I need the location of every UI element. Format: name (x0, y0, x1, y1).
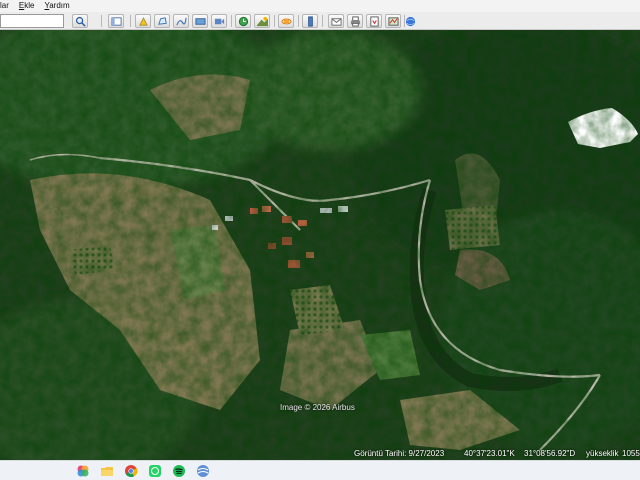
elevation-value: 1055 (622, 449, 640, 458)
toolbar-separator (322, 15, 323, 27)
overlay-icon (194, 17, 206, 25)
latitude-readout: 40°37'23.01"K (464, 449, 515, 458)
toolbar-separator (130, 15, 131, 27)
toolbar-separator (231, 15, 232, 27)
history-icon (238, 16, 248, 26)
photos-icon (77, 465, 89, 477)
menu-item-help[interactable]: Yardım (44, 0, 69, 12)
toolbar-separator (101, 15, 102, 27)
menu-item-views[interactable]: lar (0, 0, 9, 12)
planets-icon (280, 18, 292, 24)
view-in-maps-button[interactable] (385, 14, 401, 28)
taskbar-whatsapp[interactable] (148, 464, 162, 478)
search-button[interactable] (72, 14, 88, 28)
file-explorer-icon (101, 467, 113, 476)
whatsapp-icon (149, 465, 161, 477)
menu-bar: lar Ekle Yardım (0, 0, 640, 12)
search-input[interactable] (0, 14, 64, 28)
elevation-label: yükseklik (586, 449, 619, 458)
placemark-icon (138, 16, 148, 25)
record-tour-button[interactable] (211, 14, 227, 28)
satellite-imagery (0, 30, 640, 460)
status-bar: Görüntü Tarihi: 9/27/2023 40°37'23.01"K … (0, 448, 640, 460)
tour-icon (214, 18, 224, 24)
imagery-attribution: Image © 2026 Airbus (280, 403, 355, 412)
add-polygon-button[interactable] (154, 14, 170, 28)
email-icon (330, 17, 342, 26)
taskbar-spotify[interactable] (172, 464, 186, 478)
sidebar-toggle-button[interactable] (108, 14, 124, 28)
web-icon (405, 16, 415, 26)
email-button[interactable] (328, 14, 344, 28)
save-image-button[interactable] (366, 14, 382, 28)
longitude-readout: 31°08'56.92"D (524, 449, 576, 458)
add-path-button[interactable] (173, 14, 189, 28)
add-overlay-button[interactable] (192, 14, 208, 28)
menu-item-add[interactable]: Ekle (19, 0, 35, 12)
web-button[interactable] (402, 14, 418, 28)
spotify-icon (173, 465, 185, 477)
planets-button[interactable] (278, 14, 294, 28)
save-image-icon (369, 15, 379, 27)
sun-icon (256, 16, 268, 26)
toolbar (0, 12, 640, 30)
taskbar (0, 460, 640, 480)
search-icon (75, 16, 86, 27)
taskbar-photos[interactable] (76, 464, 90, 478)
toolbar-separator (298, 15, 299, 27)
map-view[interactable]: Image © 2026 Airbus Görüntü Tarihi: 9/27… (0, 30, 640, 460)
imagery-date: Görüntü Tarihi: 9/27/2023 (354, 449, 445, 458)
ruler-icon (307, 15, 313, 27)
add-placemark-button[interactable] (135, 14, 151, 28)
ruler-button[interactable] (302, 14, 318, 28)
print-icon (350, 15, 360, 27)
polygon-icon (157, 16, 167, 25)
taskbar-google-earth[interactable] (196, 464, 210, 478)
chrome-icon (125, 465, 138, 478)
toolbar-separator (274, 15, 275, 27)
sunlight-button[interactable] (254, 14, 270, 28)
print-button[interactable] (347, 14, 363, 28)
taskbar-chrome[interactable] (124, 464, 138, 478)
historical-imagery-button[interactable] (235, 14, 251, 28)
taskbar-file-explorer[interactable] (100, 464, 114, 478)
google-earth-icon (197, 465, 209, 477)
path-icon (175, 17, 187, 25)
maps-icon (387, 16, 399, 26)
sidebar-icon (110, 16, 122, 26)
